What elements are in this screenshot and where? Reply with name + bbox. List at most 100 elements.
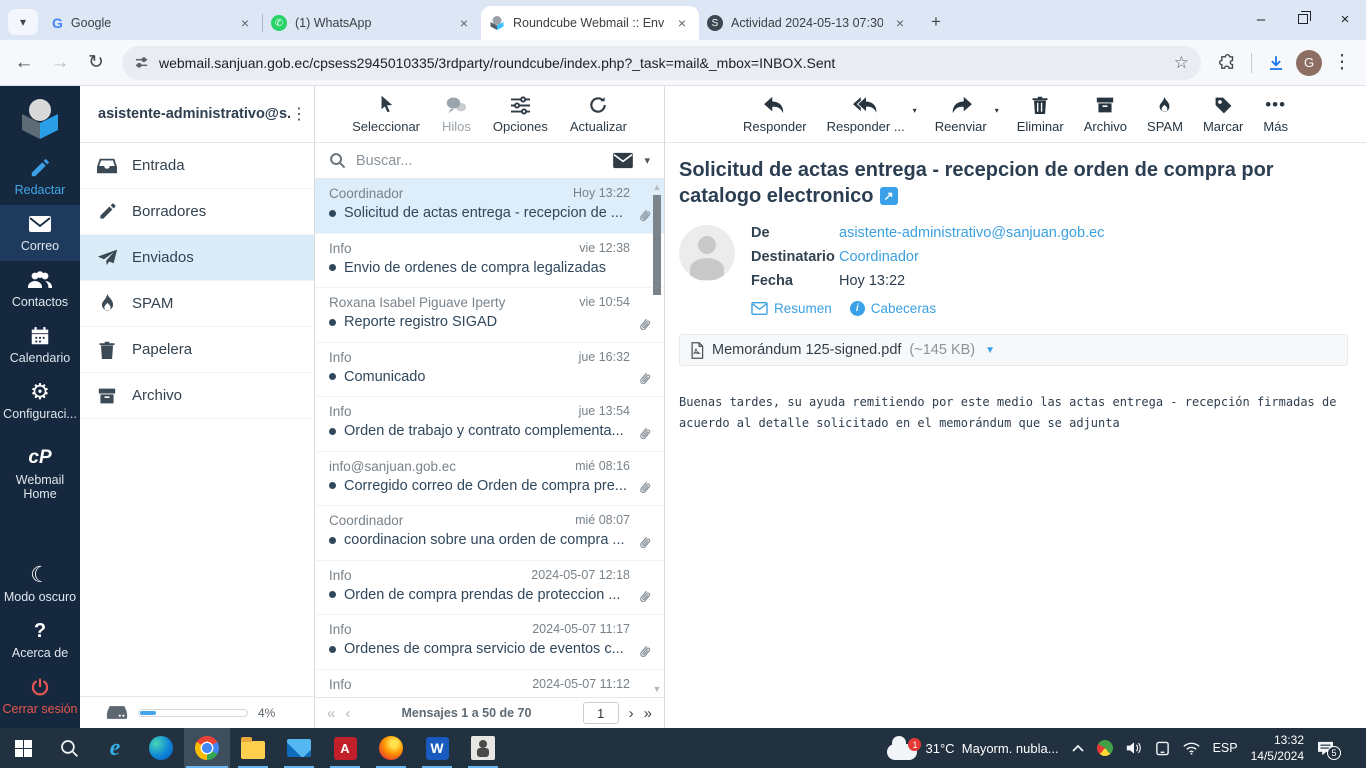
- spam-button[interactable]: SPAM: [1147, 94, 1183, 134]
- scrollbar-thumb[interactable]: [653, 195, 661, 295]
- rail-item-calendar[interactable]: Calendario: [0, 317, 80, 373]
- reply-all-caret-icon[interactable]: ▾: [913, 106, 917, 115]
- reply-button[interactable]: Responder: [743, 94, 807, 134]
- reload-icon[interactable]: ↻: [80, 47, 112, 79]
- tab-whatsapp[interactable]: ✆ (1) WhatsApp ×: [263, 6, 481, 40]
- folder-options-icon[interactable]: ⋮: [290, 104, 308, 124]
- forward-caret-icon[interactable]: ▾: [995, 106, 999, 115]
- tab-actividad[interactable]: S Actividad 2024-05-13 07:30:00 ×: [699, 6, 917, 40]
- taskbar-mail-button[interactable]: [276, 728, 322, 768]
- folder-entrada[interactable]: Entrada: [80, 143, 314, 189]
- taskbar-word-button[interactable]: W: [414, 728, 460, 768]
- attachment-bar[interactable]: Memorándum 125-signed.pdf (~145 KB) ▼: [679, 334, 1348, 366]
- rail-item-logout[interactable]: Cerrar sesión: [0, 668, 80, 724]
- folder-enviados[interactable]: Enviados: [80, 235, 314, 281]
- site-settings-icon[interactable]: [134, 55, 149, 70]
- wifi-icon[interactable]: [1183, 742, 1200, 755]
- message-list-item[interactable]: Coordinadormié 08:07 coordinacion sobre …: [315, 506, 664, 561]
- tab-close-icon[interactable]: ×: [673, 14, 691, 32]
- action-center-icon[interactable]: 5: [1317, 741, 1334, 756]
- headers-link[interactable]: i Cabeceras: [850, 301, 936, 316]
- threads-button[interactable]: Hilos: [442, 94, 471, 134]
- rail-item-mail[interactable]: Correo: [0, 205, 80, 261]
- restore-button[interactable]: [1282, 0, 1324, 38]
- scroll-down-icon[interactable]: ▼: [650, 684, 664, 694]
- prev-page-icon[interactable]: ‹: [345, 705, 350, 722]
- folder-archivo[interactable]: Archivo: [80, 373, 314, 419]
- search-input[interactable]: [356, 153, 602, 169]
- tab-roundcube[interactable]: Roundcube Webmail :: Enviados ×: [481, 6, 699, 40]
- new-tab-button[interactable]: +: [923, 9, 949, 35]
- forward-button[interactable]: Reenviar ▾: [935, 94, 987, 134]
- taskbar-search-button[interactable]: [46, 728, 92, 768]
- tray-expand-chevron-icon[interactable]: [1072, 744, 1084, 752]
- archive-button[interactable]: Archivo: [1084, 94, 1127, 134]
- forward-icon[interactable]: →: [44, 47, 76, 79]
- folder-spam[interactable]: SPAM: [80, 281, 314, 327]
- taskbar-acrobat-button[interactable]: A: [322, 728, 368, 768]
- downloads-icon[interactable]: [1260, 47, 1292, 79]
- taskbar-ie-button[interactable]: e: [92, 728, 138, 768]
- list-scrollbar[interactable]: ▲ ▼: [650, 179, 664, 697]
- folder-papelera[interactable]: Papelera: [80, 327, 314, 373]
- taskbar-firefox-button[interactable]: [368, 728, 414, 768]
- minimize-button[interactable]: –: [1240, 0, 1282, 38]
- attachment-name[interactable]: Memorándum 125-signed.pdf: [712, 342, 901, 358]
- options-button[interactable]: Opciones: [493, 94, 548, 134]
- to-address-link[interactable]: Coordinador: [839, 249, 919, 265]
- message-list-item[interactable]: Info2024-05-07 11:17 Ordenes de compra s…: [315, 615, 664, 670]
- start-button[interactable]: [0, 728, 46, 768]
- tab-close-icon[interactable]: ×: [455, 14, 473, 32]
- summary-link[interactable]: Resumen: [751, 301, 832, 316]
- close-button[interactable]: ×: [1324, 0, 1366, 38]
- from-address-link[interactable]: asistente-administrativo@sanjuan.gob.ec: [839, 225, 1104, 241]
- extensions-icon[interactable]: [1211, 47, 1243, 79]
- taskbar-explorer-button[interactable]: [230, 728, 276, 768]
- open-in-new-window-icon[interactable]: ↗: [880, 187, 898, 205]
- tablet-mode-icon[interactable]: [1155, 741, 1170, 756]
- rail-item-settings[interactable]: ⚙ Configuraci...: [0, 373, 80, 429]
- rail-item-compose[interactable]: Redactar: [0, 149, 80, 205]
- refresh-button[interactable]: Actualizar: [570, 94, 627, 134]
- message-list-item[interactable]: Infojue 13:54 Orden de trabajo y contrat…: [315, 397, 664, 452]
- antivirus-icon[interactable]: [1097, 740, 1113, 756]
- message-list-item[interactable]: Info2024-05-07 12:18 Orden de compra pre…: [315, 561, 664, 616]
- tab-google[interactable]: G Google ×: [44, 6, 262, 40]
- rail-item-webmail-home[interactable]: cP Webmail Home: [0, 439, 80, 509]
- folder-borradores[interactable]: Borradores: [80, 189, 314, 235]
- message-list-item[interactable]: Info2024-05-07 11:12: [315, 670, 664, 698]
- back-icon[interactable]: ←: [8, 47, 40, 79]
- attachment-menu-caret-icon[interactable]: ▼: [985, 345, 995, 356]
- message-list-item[interactable]: Infojue 16:32 Comunicado: [315, 343, 664, 398]
- address-bar[interactable]: webmail.sanjuan.gob.ec/cpsess2945010335/…: [122, 46, 1201, 80]
- tab-search-button[interactable]: ▾: [8, 9, 38, 35]
- next-page-icon[interactable]: ›: [629, 705, 634, 722]
- browser-menu-icon[interactable]: ⋮: [1326, 47, 1358, 79]
- select-button[interactable]: Seleccionar: [352, 94, 420, 134]
- page-number-input[interactable]: [583, 702, 619, 724]
- message-list-item[interactable]: info@sanjuan.gob.ecmié 08:16 Corregido c…: [315, 452, 664, 507]
- delete-button[interactable]: Eliminar: [1017, 94, 1064, 134]
- tab-close-icon[interactable]: ×: [236, 14, 254, 32]
- tab-close-icon[interactable]: ×: [891, 14, 909, 32]
- rail-item-about[interactable]: ? Acerca de: [0, 612, 80, 668]
- clock[interactable]: 13:32 14/5/2024: [1251, 732, 1304, 764]
- rail-item-dark-mode[interactable]: ☾ Modo oscuro: [0, 556, 80, 612]
- taskbar-java-button[interactable]: [460, 728, 506, 768]
- more-button[interactable]: ••• Más: [1263, 94, 1288, 134]
- taskbar-edge-button[interactable]: [138, 728, 184, 768]
- mark-button[interactable]: Marcar: [1203, 94, 1243, 134]
- first-page-icon[interactable]: «: [327, 705, 335, 722]
- message-list-item[interactable]: CoordinadorHoy 13:22 Solicitud de actas …: [315, 179, 664, 234]
- reply-all-button[interactable]: Responder ... ▾: [827, 94, 905, 134]
- taskbar-chrome-button[interactable]: [184, 728, 230, 768]
- bookmark-star-icon[interactable]: ☆: [1174, 53, 1189, 73]
- search-options-chevron-icon[interactable]: ▾: [644, 154, 650, 167]
- search-scope-mail-icon[interactable]: [612, 152, 634, 169]
- rail-item-contacts[interactable]: Contactos: [0, 261, 80, 317]
- profile-avatar[interactable]: G: [1296, 50, 1322, 76]
- scroll-up-icon[interactable]: ▲: [650, 182, 664, 192]
- weather-widget[interactable]: 1 31°C Mayorm. nubla...: [887, 736, 1058, 760]
- message-list-item[interactable]: Roxana Isabel Piguave Ipertyvie 10:54 Re…: [315, 288, 664, 343]
- volume-icon[interactable]: [1126, 741, 1142, 755]
